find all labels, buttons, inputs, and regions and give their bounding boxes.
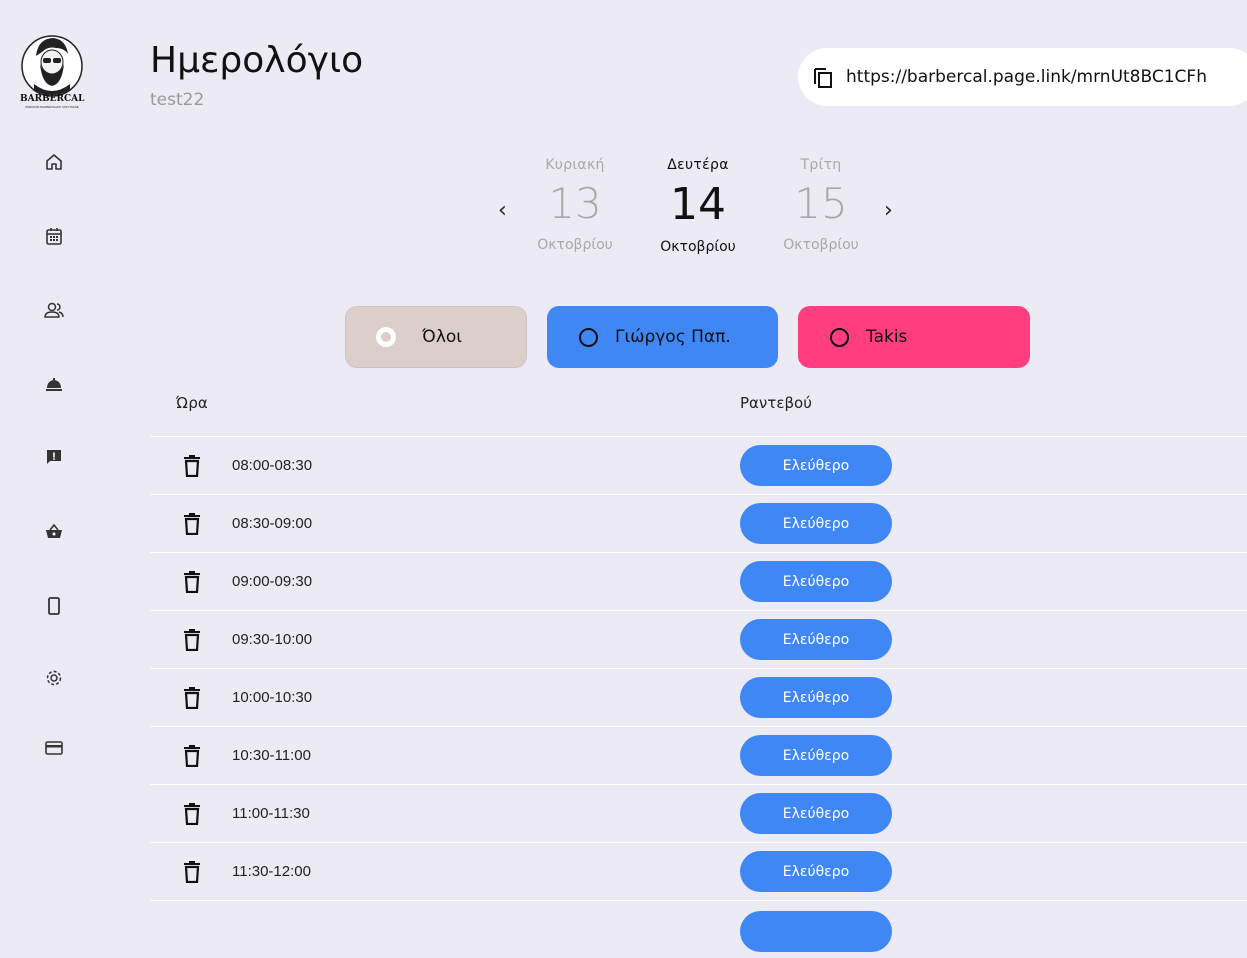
trash-icon[interactable] [182,455,202,477]
slot-free-button[interactable]: Ελεύθερο [740,445,892,486]
filter-label: Γιώργος Παπ. [615,327,731,347]
day-month: Οκτοβρίου [537,237,613,253]
radio-icon [579,327,598,347]
sidebar-item-billing[interactable] [38,732,70,764]
table-row: 10:00-10:30 Ελεύθερο [150,668,1247,726]
sidebar-item-calendar[interactable] [38,220,70,252]
slot-free-button[interactable]: Ελεύθερο [740,735,892,776]
trash-icon[interactable] [182,803,202,825]
sidebar-item-device[interactable] [38,590,70,622]
column-header-appointment: Ραντεβού [740,394,812,412]
share-link-pill[interactable]: https://barbercal.page.link/mrnUt8BC1CFh [798,48,1247,106]
feedback-icon [47,450,61,464]
phone-icon [48,597,60,615]
sidebar-item-services[interactable] [38,368,70,400]
trash-icon[interactable] [182,629,202,651]
day-current[interactable]: Δευτέρα 14 Οκτοβρίου [643,157,753,255]
trash-icon[interactable] [182,571,202,593]
slot-free-button-partial[interactable] [740,911,892,952]
card-icon [45,741,63,755]
radio-selected-icon [376,327,396,347]
share-link-url[interactable]: https://barbercal.page.link/mrnUt8BC1CFh [846,67,1207,87]
slot-free-button[interactable]: Ελεύθερο [740,619,892,660]
day-number: 13 [548,179,602,228]
filter-takis[interactable]: Takis [798,306,1030,368]
day-next[interactable]: Τρίτη 15 Οκτοβρίου [766,157,876,253]
table-row: 11:30-12:00 Ελεύθερο [150,842,1247,900]
home-icon [46,154,62,170]
slot-time: 10:30-11:00 [232,747,311,764]
sidebar-item-feedback[interactable] [38,441,70,473]
day-prev[interactable]: Κυριακή 13 Οκτοβρίου [520,157,630,253]
table-row: 10:30-11:00 Ελεύθερο [150,726,1247,784]
users-icon [44,302,64,318]
sidebar-item-users[interactable] [38,294,70,326]
slot-free-button[interactable]: Ελεύθερο [740,677,892,718]
table-row: 09:00-09:30 Ελεύθερο [150,552,1247,610]
page-title: Ημερολόγιο [150,40,364,81]
calendar-icon [46,228,62,245]
day-number: 14 [670,179,726,230]
copy-icon[interactable] [810,64,836,90]
column-header-time: Ώρα [176,394,208,412]
table-row-partial [150,900,1247,958]
barbercal-logo: BARBERCAL PREMIUM BARBERSHOP SOFTWARE [20,28,100,114]
page-subtitle: test22 [150,90,205,110]
logo-tagline: PREMIUM BARBERSHOP SOFTWARE [25,105,79,109]
slot-time: 09:30-10:00 [232,631,313,648]
slot-free-button[interactable]: Ελεύθερο [740,851,892,892]
basket-icon [46,523,62,538]
day-number: 15 [794,179,848,228]
slot-time: 10:00-10:30 [232,689,313,706]
logo-text: BARBERCAL [20,94,85,104]
day-name: Δευτέρα [667,157,729,173]
service-bell-icon [46,378,62,391]
filter-all[interactable]: Όλοι [345,306,527,368]
slot-time: 11:00-11:30 [232,805,310,822]
table-row: 11:00-11:30 Ελεύθερο [150,784,1247,842]
sidebar-item-home[interactable] [38,146,70,178]
trash-icon[interactable] [182,687,202,709]
radio-icon [830,327,849,347]
sidebar-item-shop[interactable] [38,516,70,548]
prev-day-button[interactable]: ‹ [498,198,507,223]
slot-time: 08:30-09:00 [232,515,313,532]
trash-icon[interactable] [182,745,202,767]
slot-time: 09:00-09:30 [232,573,313,590]
timeslot-table: 08:00-08:30 Ελεύθερο 08:30-09:00 Ελεύθερ… [150,436,1247,958]
filter-giorgos[interactable]: Γιώργος Παπ. [547,306,778,368]
day-name: Κυριακή [545,157,605,173]
slot-time: 08:00-08:30 [232,457,313,474]
slot-free-button[interactable]: Ελεύθερο [740,561,892,602]
trash-icon[interactable] [182,513,202,535]
day-month: Οκτοβρίου [783,237,859,253]
slot-free-button[interactable]: Ελεύθερο [740,503,892,544]
next-day-button[interactable]: › [884,198,893,223]
slot-free-button[interactable]: Ελεύθερο [740,793,892,834]
day-month: Οκτοβρίου [660,239,736,255]
day-name: Τρίτη [800,157,842,173]
filter-label: Takis [866,327,908,347]
table-row: 08:30-09:00 Ελεύθερο [150,494,1247,552]
table-row: 08:00-08:30 Ελεύθερο [150,436,1247,494]
slot-time: 11:30-12:00 [232,863,311,880]
filter-label: Όλοι [422,327,463,347]
trash-icon[interactable] [182,861,202,883]
sidebar: BARBERCAL PREMIUM BARBERSHOP SOFTWARE [0,0,100,921]
sidebar-item-settings[interactable] [38,662,70,694]
gear-icon [46,670,62,686]
table-row: 09:30-10:00 Ελεύθερο [150,610,1247,668]
